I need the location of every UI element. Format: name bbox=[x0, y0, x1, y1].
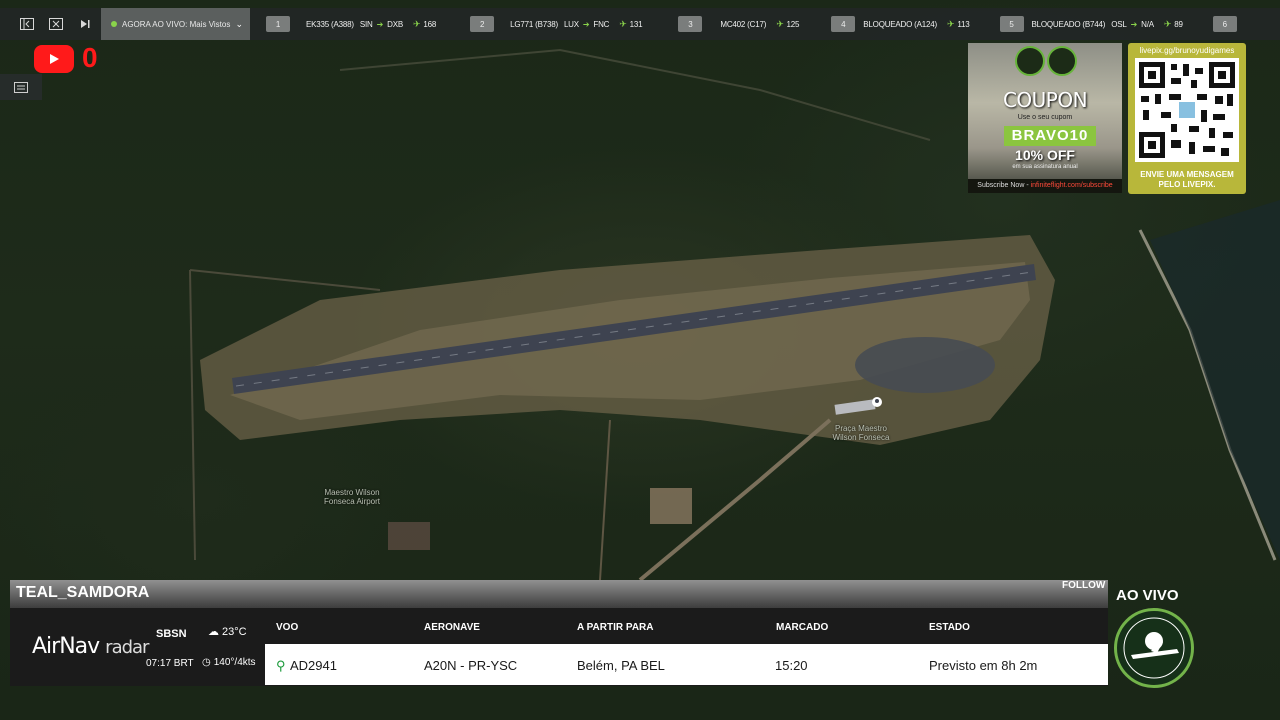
col-from-to: A PARTIR PARA bbox=[577, 622, 654, 633]
ticker-flight-5[interactable]: 5 BLOQUEADO (B744) OSL ➔ N/A ✈ 89 bbox=[999, 8, 1183, 40]
local-time: 07:17 BRT bbox=[146, 658, 194, 669]
qr-code-icon bbox=[1135, 58, 1239, 162]
close-window-icon[interactable] bbox=[41, 8, 70, 40]
coupon-discount: 10% OFF bbox=[1015, 147, 1075, 163]
arrow-right-icon: ➔ bbox=[376, 19, 384, 29]
map-label-airport: Maestro Wilson Fonseca Airport bbox=[323, 488, 381, 506]
plane-icon: ✈ bbox=[776, 18, 784, 29]
ticker-callsign: BLOQUEADO (B744) bbox=[1031, 19, 1106, 29]
live-label: AO VIVO bbox=[1116, 587, 1179, 604]
livepix-card: livepix.gg/brunoyudigames ENVIE UMA MENS… bbox=[1128, 43, 1246, 194]
ticker-rank: 1 bbox=[266, 16, 290, 32]
row-status: Previsto em 8h 2m bbox=[929, 658, 1038, 673]
ticker-rank: 2 bbox=[470, 16, 495, 32]
col-status: ESTADO bbox=[929, 622, 970, 633]
map-label-poi: Praça Maestro Wilson Fonseca bbox=[832, 424, 890, 442]
streamer-username: TEAL_SAMDORA bbox=[16, 584, 150, 601]
livepix-message-line1: ENVIE UMA MENSAGEM bbox=[1140, 170, 1234, 179]
airport-code: SBSN bbox=[156, 628, 187, 640]
row-scheduled: 15:20 bbox=[775, 658, 808, 673]
ticker-to: N/A bbox=[1141, 19, 1154, 29]
col-scheduled: MARCADO bbox=[776, 622, 829, 633]
coupon-title: COUPON bbox=[1002, 88, 1088, 112]
ticker-viewers: 131 bbox=[629, 19, 643, 29]
row-aircraft: A20N - PR-YSC bbox=[424, 658, 518, 673]
wind-direction-icon: ◷ bbox=[202, 657, 211, 668]
temperature: ☁ 23°C bbox=[208, 625, 247, 639]
live-most-viewed-select[interactable]: AGORA AO VIVO: Mais Vistos ⌄ bbox=[101, 8, 250, 40]
plane-icon: ✈ bbox=[1163, 18, 1172, 29]
infinite-flight-logo-icon bbox=[1015, 46, 1045, 76]
ticker-flight-6[interactable]: 6 bbox=[1212, 8, 1245, 40]
ticker-to: DXB bbox=[387, 19, 403, 29]
layers-icon[interactable] bbox=[0, 74, 42, 100]
ticker-to: FNC bbox=[593, 19, 610, 29]
sponsor-logos bbox=[1015, 46, 1077, 76]
ticker-rank: 6 bbox=[1212, 16, 1237, 32]
coupon-footer-text: Subscribe Now - bbox=[977, 182, 1031, 189]
brand-sub: radar bbox=[105, 637, 149, 658]
airnav-radar-logo: AirNav radar bbox=[32, 634, 149, 659]
ticker-viewers: 125 bbox=[786, 19, 800, 29]
panel-body: AirNav radar SBSN 07:17 BRT ☁ 23°C ◷ 140… bbox=[10, 608, 1108, 686]
wind-value: 140°/4kts bbox=[213, 657, 256, 668]
ticker-viewers: 89 bbox=[1174, 19, 1183, 29]
coupon-ad: COUPON Use o seu cupom BRAVO10 10% OFF e… bbox=[968, 43, 1122, 193]
youtube-counter: 0 bbox=[82, 42, 98, 73]
livepix-message: ENVIE UMA MENSAGEM PELO LIVEPIX. bbox=[1128, 170, 1246, 190]
ticker-viewers: 113 bbox=[957, 19, 970, 29]
coupon-footer: Subscribe Now - infiniteflight.com/subsc… bbox=[968, 179, 1122, 193]
coupon-code: BRAVO10 bbox=[1004, 126, 1096, 146]
livepix-message-line2: PELO LIVEPIX. bbox=[1158, 180, 1216, 189]
coupon-footer-link: infiniteflight.com/subscribe bbox=[1030, 182, 1113, 189]
ticker-callsign: EK335 (A388) bbox=[306, 19, 354, 29]
plane-icon: ✈ bbox=[947, 18, 955, 29]
ticker-from: OSL bbox=[1111, 19, 1127, 29]
ticker-callsign: MC402 (C17) bbox=[720, 19, 767, 29]
collapse-panel-icon[interactable] bbox=[12, 8, 41, 40]
row-flight: AD2941 bbox=[290, 658, 337, 673]
follow-button[interactable]: FOLLOW bbox=[1062, 580, 1105, 591]
ticker-from: SIN bbox=[359, 19, 373, 29]
cloud-icon: ☁ bbox=[208, 626, 219, 638]
youtube-icon bbox=[34, 45, 74, 73]
ticker-rank: 4 bbox=[831, 16, 856, 32]
ticker-flight-3[interactable]: 3 MC402 (C17) ✈ 125 bbox=[678, 8, 799, 40]
arrow-right-icon: ➔ bbox=[582, 19, 590, 29]
ticker-rank: 3 bbox=[678, 16, 703, 32]
flight-pin-icon: ⚲ bbox=[276, 658, 286, 673]
ticker-callsign: BLOQUEADO (A124) bbox=[863, 19, 937, 29]
flight-info-panel: TEAL_SAMDORA FOLLOW AirNav radar SBSN 07… bbox=[10, 580, 1108, 686]
coupon-subtitle: Use o seu cupom bbox=[1017, 114, 1073, 121]
col-flight: VOO bbox=[276, 622, 299, 633]
brand-main: AirNav bbox=[32, 634, 100, 659]
live-select-label: AGORA AO VIVO: Mais Vistos bbox=[122, 19, 231, 29]
plane-icon: ✈ bbox=[619, 18, 627, 29]
plane-icon: ✈ bbox=[412, 18, 421, 29]
ticker-callsign: LG771 (B738) bbox=[510, 19, 558, 29]
livepix-url: livepix.gg/brunoyudigames bbox=[1139, 46, 1235, 55]
col-aircraft: AERONAVE bbox=[424, 622, 480, 633]
coupon-note: em sua assinatura anual bbox=[1012, 164, 1078, 170]
radar-logo-icon bbox=[1047, 46, 1077, 76]
live-dot-icon bbox=[111, 21, 117, 27]
row-from: Belém, PA BEL bbox=[577, 658, 665, 673]
flight-ticker-bar: AGORA AO VIVO: Mais Vistos ⌄ 1 EK335 (A3… bbox=[0, 8, 1280, 40]
chevron-down-icon: ⌄ bbox=[235, 18, 243, 29]
ticker-viewers: 168 bbox=[423, 19, 437, 29]
panel-header: TEAL_SAMDORA FOLLOW bbox=[10, 580, 1108, 608]
temperature-value: 23°C bbox=[222, 625, 247, 638]
ticker-flight-2[interactable]: 2 LG771 (B738) LUX ➔ FNC ✈ 131 bbox=[470, 8, 643, 40]
wind: ◷ 140°/4kts bbox=[202, 657, 256, 668]
channel-badge-logo bbox=[1114, 608, 1194, 688]
skip-next-icon[interactable] bbox=[70, 8, 99, 40]
ticker-flight-1[interactable]: 1 EK335 (A388) SIN ➔ DXB ✈ 168 bbox=[266, 8, 436, 40]
ticker-flight-4[interactable]: 4 BLOQUEADO (A124) ✈ 113 bbox=[831, 8, 970, 40]
arrow-right-icon: ➔ bbox=[1130, 19, 1138, 29]
ticker-rank: 5 bbox=[999, 16, 1024, 32]
ticker-from: LUX bbox=[563, 19, 579, 29]
table-row[interactable]: ⚲ AD2941 A20N - PR-YSC Belém, PA BEL 15:… bbox=[265, 644, 1108, 685]
